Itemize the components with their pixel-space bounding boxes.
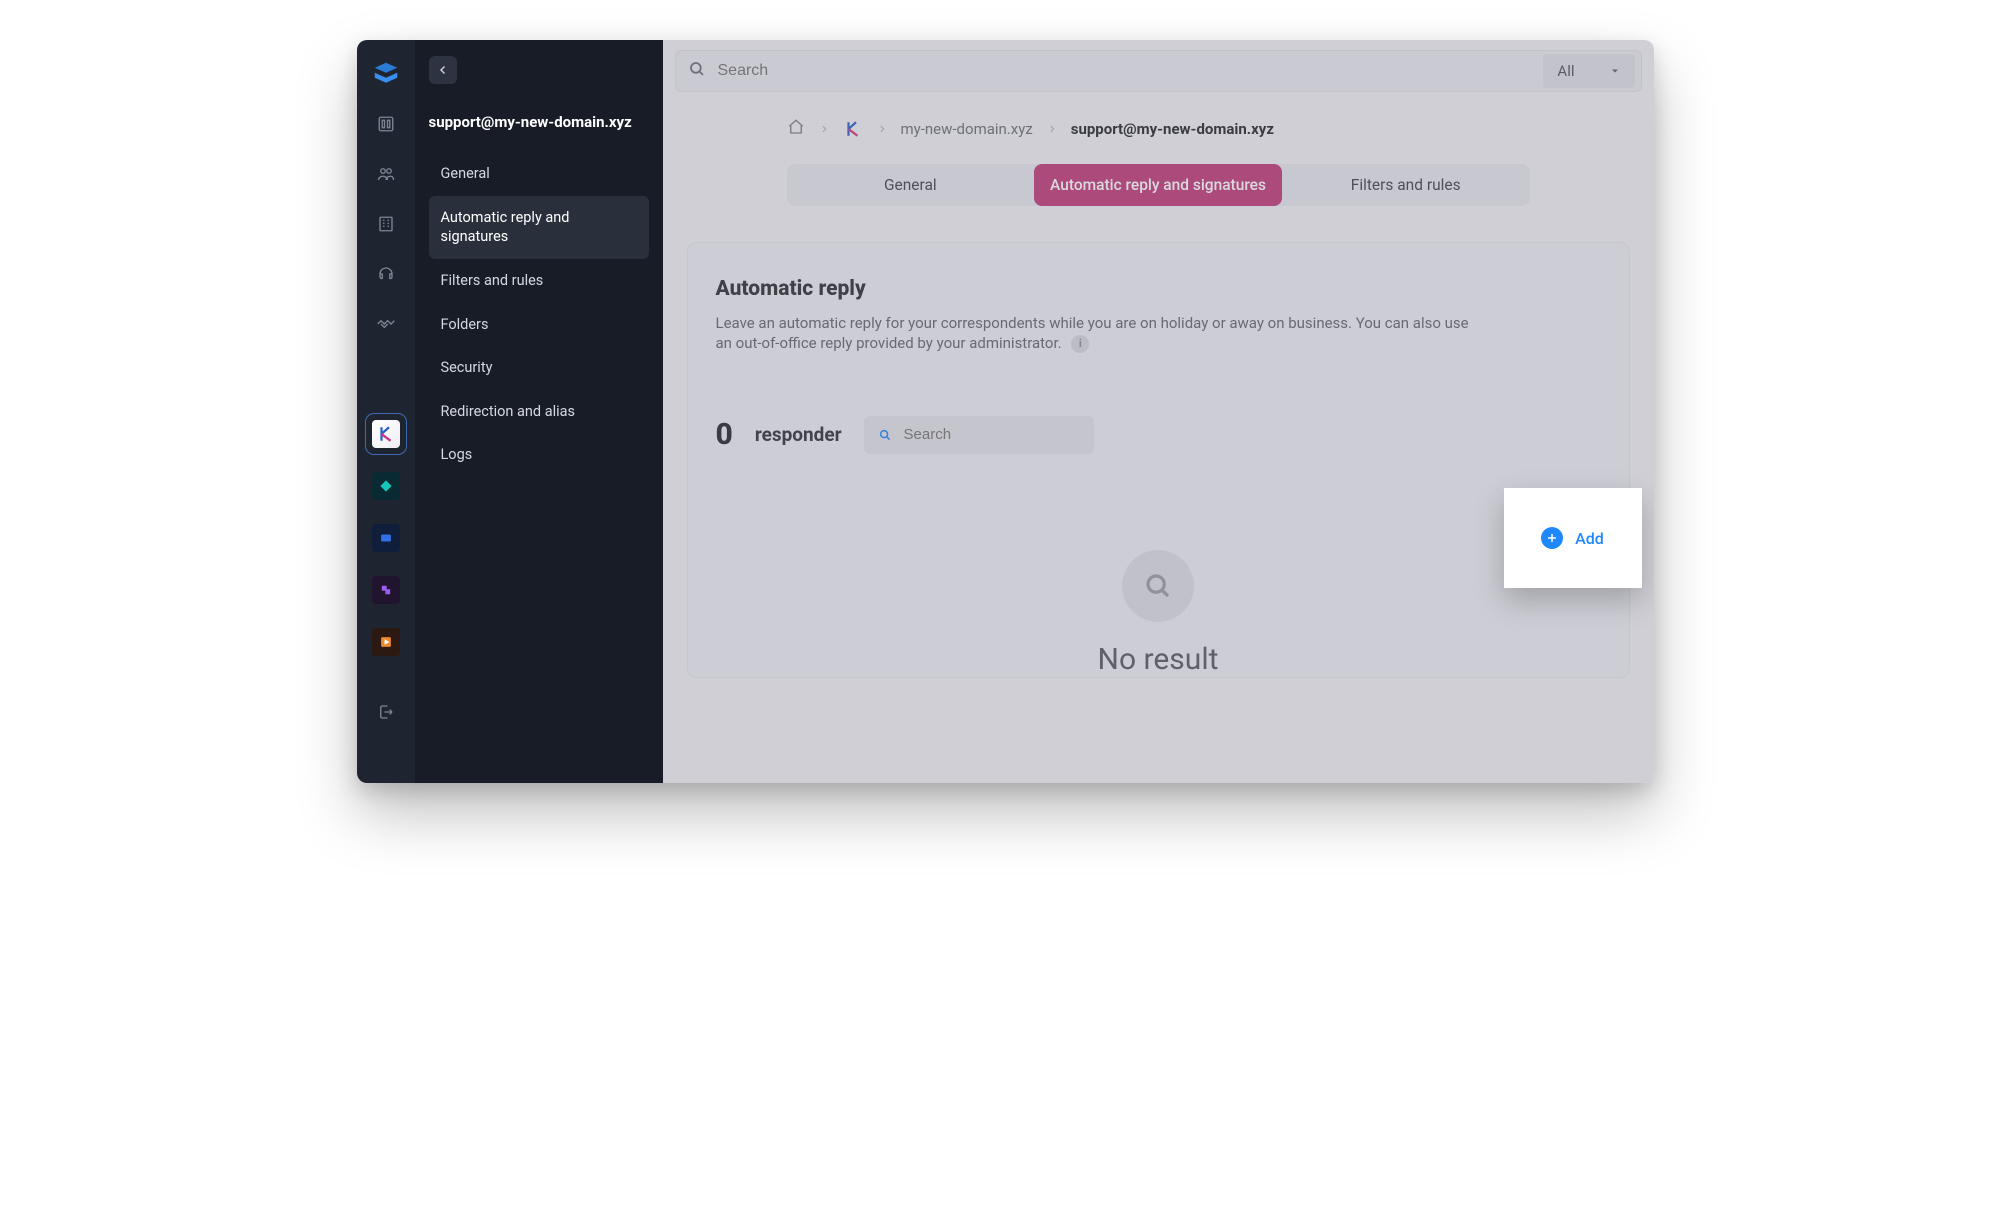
info-icon[interactable]: i — [1071, 335, 1089, 353]
rail-item-support[interactable] — [370, 258, 402, 290]
sidebar-item-general[interactable]: General — [429, 152, 649, 196]
empty-text: No result — [1098, 642, 1219, 677]
responder-search — [864, 416, 1094, 454]
automatic-reply-panel: Automatic reply Leave an automatic reply… — [687, 242, 1630, 678]
sidebar-back-button[interactable] — [429, 56, 457, 84]
breadcrumb: my-new-domain.xyz support@my-new-domain.… — [675, 118, 1642, 140]
home-icon[interactable] — [787, 118, 805, 140]
empty-search-icon — [1122, 550, 1194, 622]
rail-item-org[interactable] — [370, 208, 402, 240]
rail-app-teal[interactable] — [370, 470, 402, 502]
breadcrumb-current: support@my-new-domain.xyz — [1071, 120, 1274, 138]
plus-icon — [1541, 527, 1563, 549]
empty-state: No result — [716, 550, 1601, 677]
chevron-right-icon — [877, 120, 887, 138]
rail-app-purple[interactable] — [370, 574, 402, 606]
add-label: Add — [1575, 529, 1604, 548]
top-filter-label: All — [1557, 62, 1574, 80]
sidebar-item-logs[interactable]: Logs — [429, 433, 649, 477]
rail-app-orange[interactable] — [370, 626, 402, 658]
breadcrumb-domain[interactable]: my-new-domain.xyz — [901, 120, 1033, 138]
tab-automatic-reply[interactable]: Automatic reply and signatures — [1034, 164, 1282, 206]
chevron-right-icon — [819, 120, 829, 138]
main-area: All my-new-domain.xyz — [663, 40, 1654, 783]
app-window: support@my-new-domain.xyz General Automa… — [357, 40, 1654, 783]
chevron-down-icon — [1609, 65, 1621, 77]
sidebar-item-security[interactable]: Security — [429, 346, 649, 390]
rail-item-logout[interactable] — [370, 696, 402, 728]
rail-item-handshake[interactable] — [370, 308, 402, 340]
search-icon — [878, 427, 892, 443]
brand-logo-icon — [370, 58, 402, 90]
search-icon — [688, 60, 706, 82]
add-responder-button[interactable]: Add — [1504, 488, 1642, 588]
tab-filters[interactable]: Filters and rules — [1282, 164, 1530, 206]
tabs: General Automatic reply and signatures F… — [787, 164, 1530, 206]
sidebar-item-redirection[interactable]: Redirection and alias — [429, 390, 649, 434]
top-filter-select[interactable]: All — [1543, 54, 1634, 88]
icon-rail — [357, 40, 415, 783]
responder-count: 0 — [716, 417, 733, 452]
rail-app-blue[interactable] — [370, 522, 402, 554]
sidebar-item-automatic-reply[interactable]: Automatic reply and signatures — [429, 196, 649, 259]
top-search-input[interactable] — [718, 62, 1542, 80]
sidebar: support@my-new-domain.xyz General Automa… — [415, 40, 663, 783]
responder-label: responder — [755, 423, 842, 446]
panel-description: Leave an automatic reply for your corres… — [716, 313, 1476, 354]
top-search-bar: All — [675, 50, 1642, 92]
responder-search-input[interactable] — [904, 426, 1080, 443]
chevron-right-icon — [1047, 120, 1057, 138]
sidebar-item-filters[interactable]: Filters and rules — [429, 259, 649, 303]
rail-app-ksuite[interactable] — [370, 418, 402, 450]
sidebar-title: support@my-new-domain.xyz — [429, 112, 649, 132]
responder-row: 0 responder — [716, 416, 1601, 454]
rail-item-dashboard[interactable] — [370, 108, 402, 140]
rail-item-users[interactable] — [370, 158, 402, 190]
tab-general[interactable]: General — [787, 164, 1035, 206]
ksuite-icon[interactable] — [843, 119, 863, 139]
panel-heading: Automatic reply — [716, 277, 1601, 301]
sidebar-item-folders[interactable]: Folders — [429, 303, 649, 347]
